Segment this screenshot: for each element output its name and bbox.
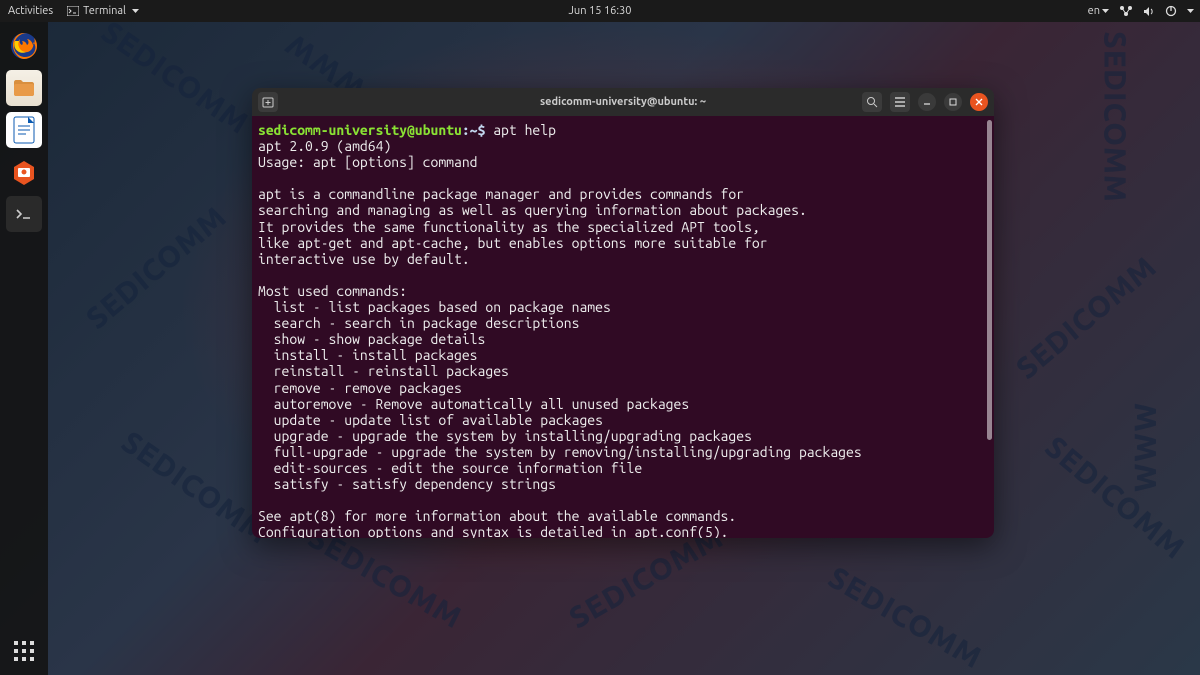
new-tab-button[interactable] [258,92,278,112]
files-app-icon[interactable] [6,70,42,106]
ubuntu-software-icon[interactable] [6,154,42,190]
terminal-menu-label: Terminal [83,5,126,17]
prompt-user: sedicomm-university@ubuntu [258,122,462,138]
search-icon [866,96,878,108]
hamburger-icon [894,97,906,107]
clock[interactable]: Jun 15 16:30 [569,5,632,17]
maximize-button[interactable] [944,93,962,111]
system-menu-chevron[interactable] [1187,9,1194,14]
language-indicator[interactable]: en [1088,5,1109,17]
volume-icon[interactable] [1143,6,1155,17]
chevron-down-icon [132,9,139,14]
command-text: apt help [493,122,556,138]
top-bar: Activities Terminal Jun 15 16:30 en [0,0,1200,22]
network-icon[interactable] [1119,5,1133,17]
language-label: en [1088,5,1100,17]
activities-button[interactable]: Activities [8,5,53,17]
window-titlebar[interactable]: sedicomm-university@ubuntu: ~ [252,88,994,116]
close-button[interactable] [970,93,988,111]
chevron-down-icon [1102,9,1109,14]
terminal-menu[interactable]: Terminal [67,5,139,17]
window-title: sedicomm-university@ubuntu: ~ [540,96,706,108]
terminal-output: apt 2.0.9 (amd64) Usage: apt [options] c… [258,138,986,538]
new-tab-icon [262,96,274,108]
terminal-body[interactable]: sedicomm-university@ubuntu:~$ apt help a… [252,116,994,538]
terminal-icon [67,6,79,16]
power-icon[interactable] [1165,5,1177,17]
show-applications-icon[interactable] [10,637,38,665]
scrollbar-thumb[interactable] [987,120,992,440]
firefox-app-icon[interactable] [6,28,42,64]
terminal-app-icon[interactable] [6,196,42,232]
dock [0,22,48,675]
prompt-path: :~$ [462,122,493,138]
libreoffice-writer-icon[interactable] [6,112,42,148]
hamburger-menu-button[interactable] [890,92,910,112]
minimize-button[interactable] [918,93,936,111]
terminal-window: sedicomm-university@ubuntu: ~ sedicomm-u… [252,88,994,538]
search-button[interactable] [862,92,882,112]
